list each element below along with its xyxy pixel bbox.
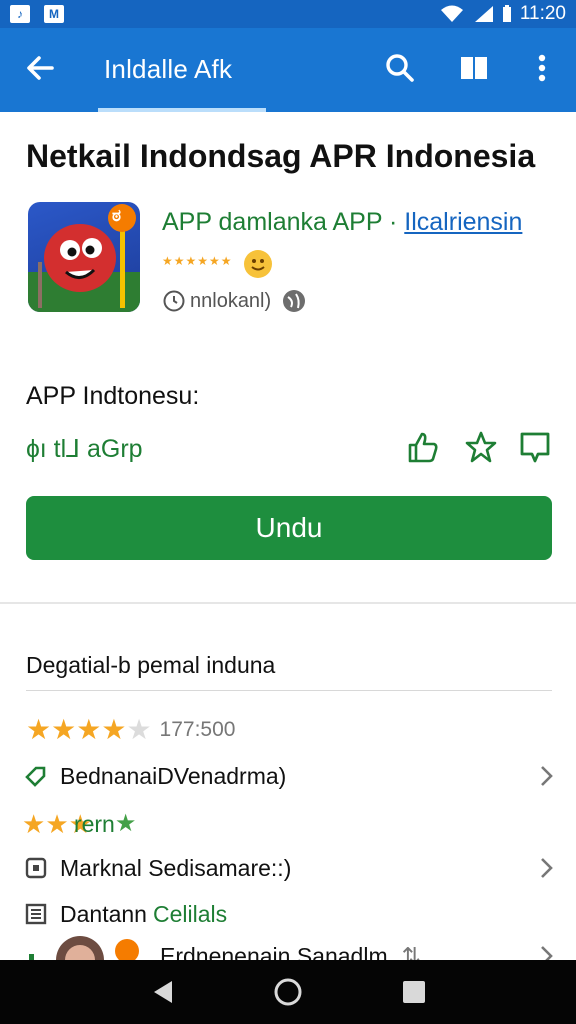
app-star-rating: ★★★★★★ — [162, 254, 233, 268]
music-notification-icon: ♪ — [10, 5, 30, 23]
chevron-right-icon — [541, 858, 553, 878]
detail-row-label: rern — [73, 810, 115, 837]
installs-text: nnlokanl) — [190, 289, 272, 312]
detail-row-data: Dantann Celilals — [22, 894, 558, 934]
app-detail-content: Netkail Indondsag APR Indonesia ಠ APP da… — [0, 112, 576, 960]
nav-back-icon[interactable] — [148, 976, 180, 1008]
detail-row-reviews[interactable]: Erdnenenain Sanadlm ⇅ — [22, 936, 558, 960]
section-divider — [0, 602, 576, 604]
star-icon: ★ — [26, 714, 52, 745]
developer-name: APP damlanka APP · — [162, 208, 398, 236]
rating-count: 177:500 — [159, 718, 236, 741]
thumb-icon — [29, 954, 34, 960]
star-icon: ★ — [76, 714, 102, 745]
detail-row-rating: ★ ★ ★ rern ★ — [22, 804, 558, 844]
thumbs-up-icon[interactable] — [406, 430, 440, 464]
star-outline-icon[interactable] — [464, 430, 498, 464]
app-title: Netkail Indondsag APR Indonesia — [26, 138, 536, 174]
document-list-icon — [22, 900, 50, 928]
sort-icon: ⇅ — [401, 942, 421, 961]
details-divider — [26, 690, 552, 691]
detail-row-developer[interactable]: BednanaiDVenadrma) — [22, 756, 558, 796]
wifi-icon — [440, 5, 463, 22]
mail-notification-icon: M — [44, 5, 64, 23]
star-empty-icon: ★ — [126, 714, 152, 745]
developer-line: APP damlanka APP · Ilcalriensin — [162, 208, 522, 237]
developer-link[interactable]: Ilcalriensin — [404, 208, 522, 236]
reviewer-avatar — [56, 936, 104, 960]
detail-row-label: Marknal Sedisamare::) — [60, 854, 292, 881]
star-icon: ★ — [101, 714, 127, 745]
battery-icon — [502, 5, 511, 22]
system-navigation-bar — [0, 960, 576, 1024]
star-icon: ★ — [45, 809, 69, 839]
rating-row: ★ ★ ★ ★ ★ 177:500 — [26, 716, 235, 744]
details-title: Degatial-b pemal induna — [26, 652, 276, 678]
clock-icon — [163, 290, 185, 312]
nav-home-icon[interactable] — [272, 976, 304, 1008]
app-bar: Inldalle Afk — [0, 28, 576, 112]
nav-recents-icon[interactable] — [398, 976, 430, 1008]
star-icon: ★ — [51, 714, 77, 745]
star-icon: ★ — [22, 809, 46, 839]
price-value: ɸı tl⅃ aGrp — [26, 435, 143, 463]
more-options-icon[interactable] — [524, 50, 560, 86]
chevron-right-icon — [541, 946, 553, 960]
app-icon: ಠ — [28, 202, 140, 312]
price-section-label: APP Indtonesu: — [26, 382, 200, 410]
detail-row-label: BednanaiDVenadrma) — [60, 762, 287, 789]
globe-icon — [283, 290, 306, 312]
signal-icon — [474, 6, 493, 22]
detail-row-label: Dantann — [60, 900, 147, 927]
smiley-emoji-icon — [244, 250, 272, 278]
download-button[interactable]: Undu — [26, 496, 552, 560]
detail-row-label-green: Celilals — [152, 900, 228, 927]
badge-icon — [115, 939, 139, 960]
status-time: 11:20 — [519, 3, 566, 24]
detail-row-compatibility[interactable]: Marknal Sedisamare::) — [22, 848, 558, 888]
detail-row-label: Erdnenenain Sanadlm — [160, 942, 388, 961]
installs-info: nnlokanl) — [162, 288, 307, 314]
bookmark-icon[interactable] — [456, 50, 492, 86]
app-icon-badge: ಠ — [112, 206, 121, 225]
back-arrow-icon[interactable] — [22, 50, 58, 86]
app-bar-title: Inldalle Afk — [104, 54, 233, 84]
square-dot-icon — [22, 854, 50, 882]
chevron-right-icon — [541, 766, 553, 786]
green-star-icon: ★ — [114, 810, 137, 837]
share-icon[interactable] — [518, 430, 552, 464]
search-icon[interactable] — [382, 50, 418, 86]
status-bar: ♪ M 11:20 — [0, 0, 576, 28]
tag-icon — [22, 762, 50, 790]
